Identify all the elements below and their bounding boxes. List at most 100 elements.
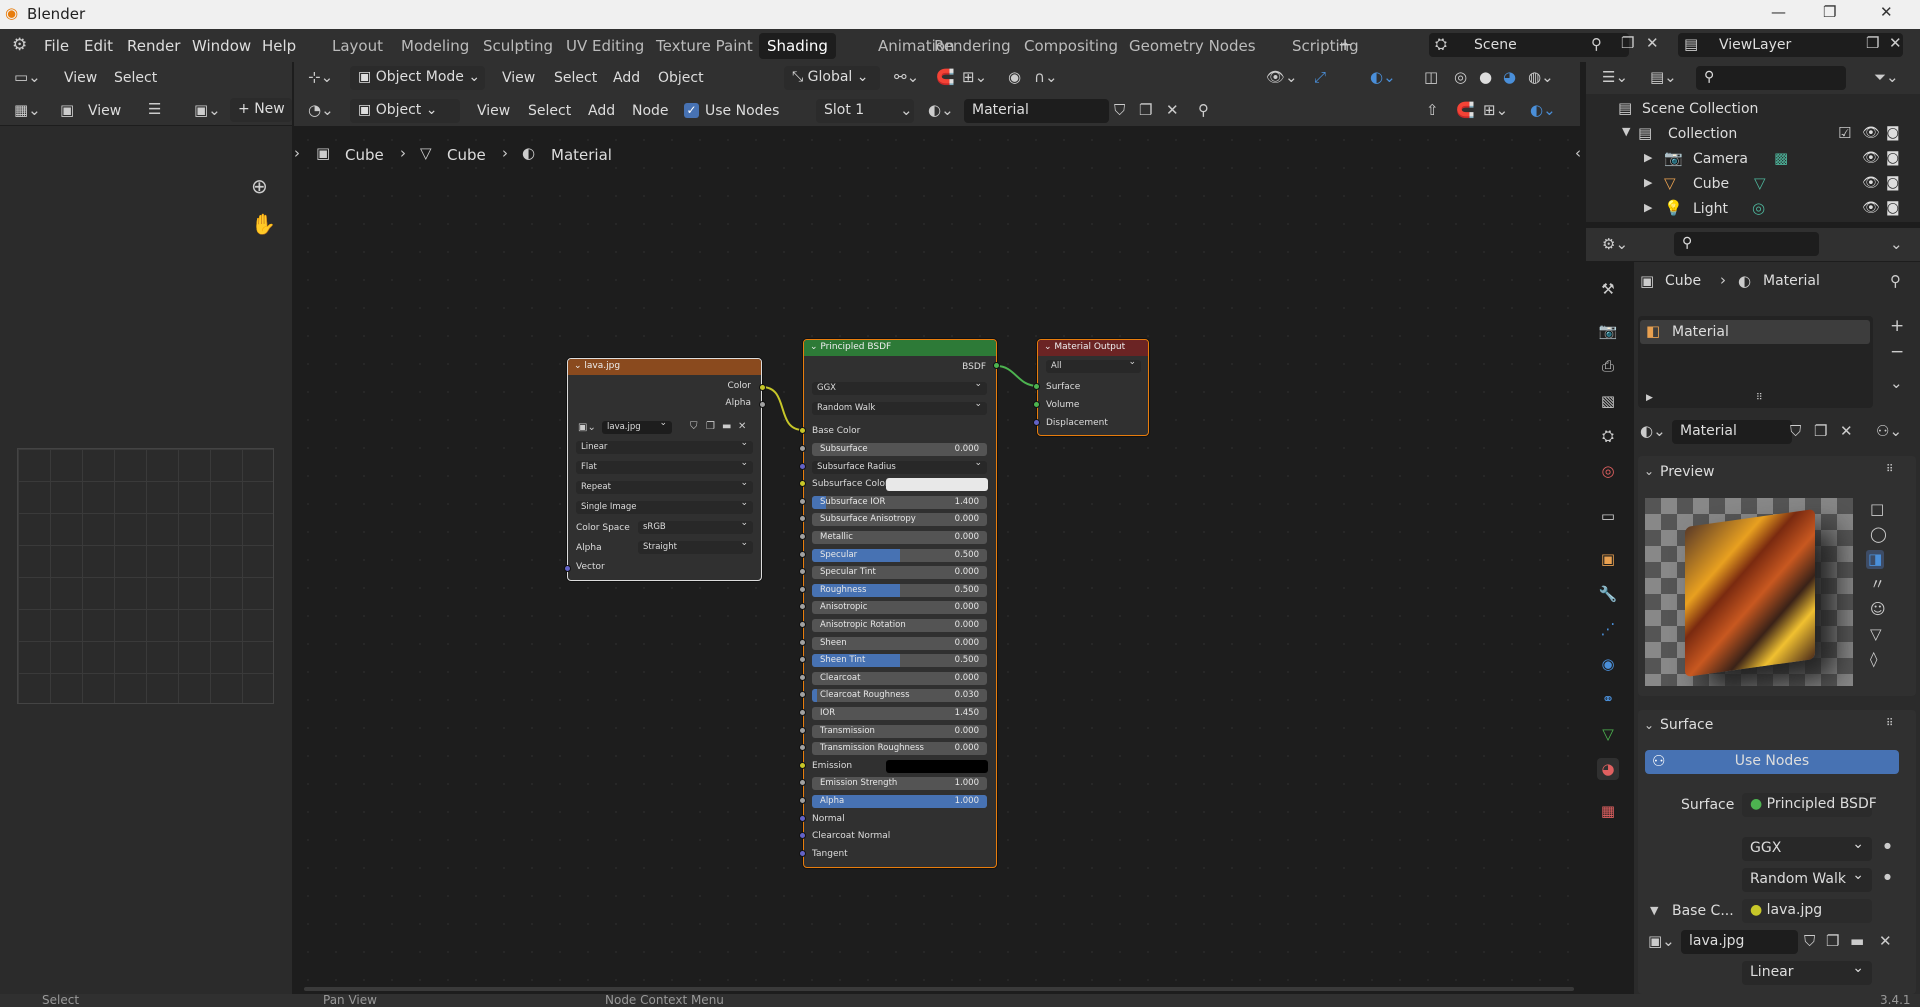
subsurface-color-swatch[interactable] bbox=[886, 478, 988, 491]
subsurface-field[interactable]: Subsurface 0.000 bbox=[812, 443, 987, 456]
transmission-field[interactable]: Transmission 0.000 bbox=[812, 725, 987, 738]
clearcoat-socket[interactable] bbox=[799, 674, 806, 681]
output-node-header[interactable]: ⌄ Material Output bbox=[1038, 340, 1148, 356]
light-data-icon[interactable]: ◎ bbox=[1752, 201, 1765, 216]
roughness-field[interactable]: Roughness 0.500 bbox=[812, 584, 987, 597]
image-fake-user-icon[interactable]: ⛉ bbox=[690, 422, 698, 432]
prop-ss-dropdown[interactable]: Random Walk bbox=[1742, 867, 1872, 892]
specular-field[interactable]: Specular 0.500 bbox=[812, 549, 987, 562]
prop-image-unlink-icon[interactable]: ✕ bbox=[1879, 934, 1892, 949]
prop-unlink-icon[interactable]: ✕ bbox=[1840, 424, 1853, 439]
preview-monkey-icon[interactable]: ☺ bbox=[1870, 602, 1886, 617]
object-tab-icon[interactable]: ▣ bbox=[1597, 548, 1619, 570]
anisotropic-rotation-field[interactable]: Anisotropic Rotation 0.000 bbox=[812, 619, 987, 632]
emission-swatch[interactable] bbox=[886, 760, 988, 773]
roughness-socket[interactable] bbox=[799, 586, 806, 593]
subsurface-ior-field[interactable]: Subsurface IOR 1.400 bbox=[812, 496, 987, 509]
display-mode-icon[interactable]: ▤⌄ bbox=[1650, 70, 1677, 85]
anisotropic-field[interactable]: Anisotropic 0.000 bbox=[812, 601, 987, 614]
collapse-icon[interactable]: ⌄ bbox=[810, 342, 820, 352]
outliner-item-light[interactable]: Light bbox=[1693, 201, 1728, 217]
mat-browse-icon[interactable]: ◐⌄ bbox=[1640, 424, 1666, 439]
principled-bsdf-node[interactable]: ⌄ Principled BSDF BSDF GGX Random Walk B… bbox=[803, 339, 997, 868]
bsdf-node-header[interactable]: ⌄ Principled BSDF bbox=[804, 340, 996, 356]
light-render-icon[interactable]: ◙ bbox=[1886, 201, 1900, 215]
world-tab-icon[interactable]: ◎ bbox=[1597, 460, 1619, 482]
image-color-socket[interactable] bbox=[759, 384, 766, 391]
collection-expand-icon[interactable]: ▼ bbox=[1622, 126, 1630, 137]
clearcoat-roughness-field[interactable]: Clearcoat Roughness 0.030 bbox=[812, 689, 987, 702]
sheen-tint-field[interactable]: Sheen Tint 0.500 bbox=[812, 654, 987, 667]
surface-shader-button[interactable]: ● Principled BSDF bbox=[1742, 793, 1877, 817]
specular-tint-field[interactable]: Specular Tint 0.000 bbox=[812, 566, 987, 579]
distribution-dropdown[interactable]: GGX bbox=[812, 379, 987, 395]
material-output-node[interactable]: ⌄ Material Output All Surface Volume Dis… bbox=[1037, 339, 1149, 436]
clearcoat-field[interactable]: Clearcoat 0.000 bbox=[812, 672, 987, 685]
output-target-dropdown[interactable]: All bbox=[1046, 357, 1141, 373]
data-tab-icon[interactable]: ▽ bbox=[1597, 723, 1619, 745]
image-dup-icon[interactable]: ❐ bbox=[706, 422, 715, 432]
prop-interp-dropdown[interactable]: Linear bbox=[1742, 960, 1872, 985]
preview-sphere-icon[interactable]: ◯ bbox=[1870, 527, 1887, 542]
extension-dropdown[interactable]: Repeat bbox=[576, 478, 753, 494]
specular-socket[interactable] bbox=[799, 551, 806, 558]
transmission-socket[interactable] bbox=[799, 727, 806, 734]
image-alpha-socket[interactable] bbox=[759, 401, 766, 408]
ior-field[interactable]: IOR 1.450 bbox=[812, 707, 987, 720]
alpha-dropdown[interactable]: Straight bbox=[638, 538, 753, 554]
tangent-socket[interactable] bbox=[799, 850, 806, 857]
emission-strength-field[interactable]: Emission Strength 1.000 bbox=[812, 777, 987, 790]
preview-flat-icon[interactable]: □ bbox=[1870, 502, 1884, 517]
collection-eye-icon[interactable]: 👁 bbox=[1862, 126, 1880, 140]
base-color-expand-icon[interactable]: ▼ bbox=[1650, 905, 1658, 916]
image-node-header[interactable]: ⌄ lava.jpg bbox=[568, 359, 761, 375]
ior-socket[interactable] bbox=[799, 709, 806, 716]
collection-tab-icon[interactable]: ▭ bbox=[1597, 505, 1619, 527]
subsurface-radius-dropdown[interactable]: Subsurface Radius bbox=[812, 458, 987, 474]
prop-dup-icon[interactable]: ❐ bbox=[1814, 424, 1827, 439]
cube-data-icon[interactable]: ▽ bbox=[1754, 176, 1766, 191]
image-vector-socket[interactable] bbox=[564, 565, 571, 572]
texture-tab-icon[interactable]: ▦ bbox=[1597, 800, 1619, 822]
preview-fluid-icon[interactable]: ◊ bbox=[1870, 652, 1877, 667]
displacement-socket[interactable] bbox=[1033, 419, 1040, 426]
clearcoat-normal-socket[interactable] bbox=[799, 832, 806, 839]
sheen-socket[interactable] bbox=[799, 639, 806, 646]
outliner-item-cube[interactable]: Cube bbox=[1693, 176, 1729, 192]
cube-expand-icon[interactable]: ▶ bbox=[1644, 177, 1652, 188]
render-tab-icon[interactable]: 📷 bbox=[1597, 320, 1619, 342]
light-eye-icon[interactable]: 👁 bbox=[1862, 201, 1880, 215]
preview-drag-icon[interactable]: ⠿ bbox=[1886, 465, 1893, 475]
collection-render-icon[interactable]: ◙ bbox=[1886, 126, 1900, 140]
preview-cloth-icon[interactable]: ▽ bbox=[1870, 627, 1882, 642]
view-layer-tab-icon[interactable]: ▧ bbox=[1597, 390, 1619, 412]
prop-image-fake-user-icon[interactable]: ⛉ bbox=[1804, 934, 1815, 949]
volume-socket[interactable] bbox=[1033, 401, 1040, 408]
preview-panel-title[interactable]: Preview bbox=[1660, 464, 1715, 480]
camera-expand-icon[interactable]: ▶ bbox=[1644, 152, 1652, 163]
slot-remove-icon[interactable]: − bbox=[1890, 344, 1904, 361]
preview-collapse-icon[interactable]: ⌄ bbox=[1644, 465, 1654, 477]
specular-tint-socket[interactable] bbox=[799, 568, 806, 575]
clearcoat-roughness-socket[interactable] bbox=[799, 691, 806, 698]
image-unlink-icon[interactable]: ✕ bbox=[738, 422, 746, 432]
use-nodes-button[interactable]: Use Nodes bbox=[1645, 750, 1899, 774]
emission-strength-socket[interactable] bbox=[799, 779, 806, 786]
prop-pin-icon[interactable]: ⚲ bbox=[1890, 274, 1901, 289]
outliner-editor-icon[interactable]: ☰⌄ bbox=[1602, 70, 1628, 85]
properties-search[interactable]: ⚲ bbox=[1674, 232, 1819, 256]
base-color-link-button[interactable]: ● lava.jpg bbox=[1742, 899, 1872, 923]
subsurface-socket[interactable] bbox=[799, 445, 806, 452]
preview-hair-icon[interactable]: 〃 bbox=[1870, 577, 1885, 592]
slot-add-icon[interactable]: + bbox=[1890, 318, 1904, 335]
camera-eye-icon[interactable]: 👁 bbox=[1862, 151, 1880, 165]
constraints-tab-icon[interactable]: ⚭ bbox=[1597, 688, 1619, 710]
physics-tab-icon[interactable]: ◉ bbox=[1597, 653, 1619, 675]
alpha-socket[interactable] bbox=[799, 797, 806, 804]
subsurface-color-socket[interactable] bbox=[799, 480, 806, 487]
metallic-field[interactable]: Metallic 0.000 bbox=[812, 531, 987, 544]
prop-image-name[interactable]: lava.jpg bbox=[1681, 930, 1798, 954]
outliner-search[interactable]: ⚲ bbox=[1696, 66, 1846, 90]
subsurface-ior-socket[interactable] bbox=[799, 498, 806, 505]
outliner-item-camera[interactable]: Camera bbox=[1693, 151, 1748, 167]
